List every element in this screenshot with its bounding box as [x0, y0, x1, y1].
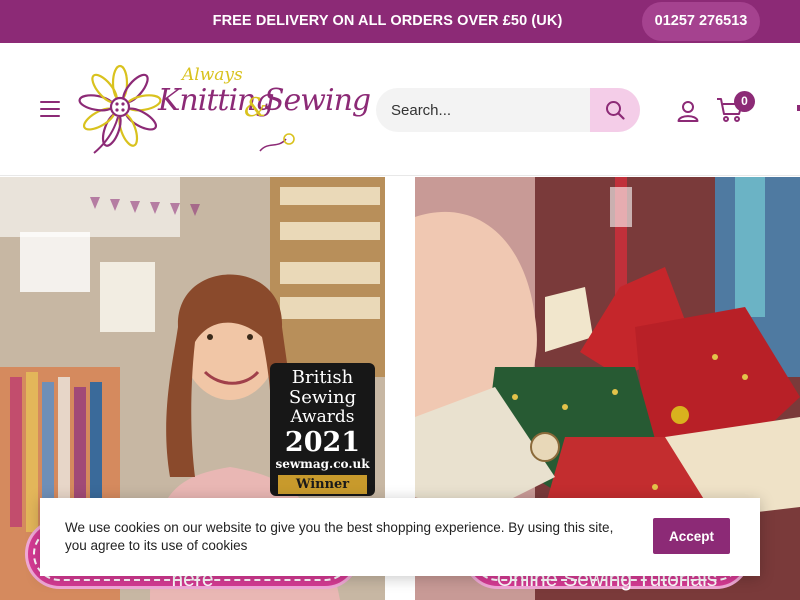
yarn-ball-icon: [259, 133, 295, 152]
award-website: sewmag.co.uk: [275, 457, 370, 471]
award-winner-label: Winner: [278, 475, 367, 494]
award-badge: British Sewing Awards 2021 sewmag.co.uk …: [270, 363, 375, 496]
award-line-awards: Awards: [290, 407, 355, 427]
logo-always-text: Always: [182, 65, 243, 85]
search-bar: [376, 88, 640, 132]
phone-number-link[interactable]: 01257 276513: [642, 2, 760, 41]
search-input[interactable]: [376, 88, 590, 132]
cookie-consent-bar: We use cookies on our website to give yo…: [40, 498, 760, 576]
menu-icon[interactable]: [40, 101, 60, 117]
award-line-sewing: Sewing: [288, 387, 357, 408]
search-button[interactable]: [590, 88, 640, 132]
cookie-message: We use cookies on our website to give yo…: [65, 520, 614, 553]
award-line-british: British: [291, 367, 354, 388]
flower-logo-icon: [78, 64, 162, 154]
announcement-bar: FREE DELIVERY ON ALL ORDERS OVER £50 (UK…: [0, 0, 800, 43]
account-icon[interactable]: [676, 99, 700, 123]
site-logo[interactable]: Always Knitting & Sewing: [78, 61, 371, 159]
accept-cookies-button[interactable]: Accept: [653, 518, 730, 554]
award-year: 2021: [284, 427, 361, 458]
site-header: Always Knitting & Sewing 0: [0, 43, 800, 176]
cart-count-badge: 0: [734, 91, 755, 112]
logo-sewing-text: Sewing: [264, 83, 371, 118]
search-icon: [606, 101, 625, 120]
